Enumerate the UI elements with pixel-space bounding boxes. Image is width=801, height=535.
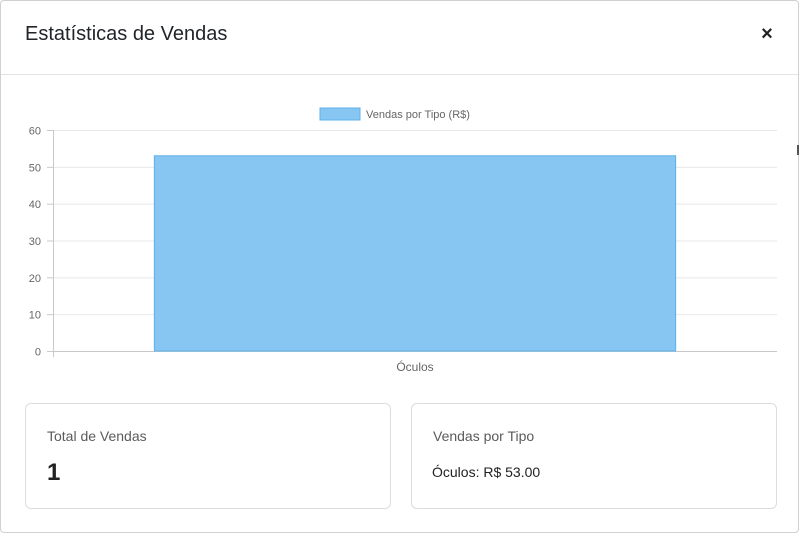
sales-stats-modal: Estatísticas de Vendas × Vendas por Tipo… <box>0 0 799 533</box>
y-tick-label: 20 <box>29 273 41 285</box>
chart-x-labels: Óculos <box>396 359 433 374</box>
modal-title: Estatísticas de Vendas <box>25 23 228 45</box>
sales-by-type-title: Vendas por Tipo <box>433 428 535 444</box>
legend-swatch <box>319 107 361 121</box>
chart-svg: Vendas por Tipo (R$) 0 10 20 30 40 50 60 Óculo… <box>29 107 777 374</box>
x-tick-label: Óculos <box>396 359 433 374</box>
bar-0 <box>153 155 677 352</box>
y-tick-label: 0 <box>35 347 41 359</box>
total-sales-title: Total de Vendas <box>47 428 147 444</box>
sales-by-type-line: Óculos: R$ 53.00 <box>432 464 541 480</box>
modal-header: Estatísticas de Vendas × <box>1 1 798 75</box>
y-tick-label: 30 <box>29 236 41 248</box>
y-tick-label: 60 <box>29 126 41 138</box>
sales-by-type-card: Vendas por Tipo Óculos: R$ 53.00 <box>411 403 777 509</box>
chart-y-ticks: 0 10 20 30 40 50 60 <box>29 126 41 359</box>
sales-by-type-chart: Vendas por Tipo (R$) 0 10 20 30 40 50 60 Óculo… <box>1 75 800 385</box>
legend-label: Vendas por Tipo (R$) <box>366 109 470 121</box>
y-tick-label: 50 <box>29 162 41 174</box>
total-sales-value: 1 <box>47 459 61 486</box>
total-sales-card: Total de Vendas 1 <box>25 403 391 509</box>
chart-bars <box>153 155 677 352</box>
close-button[interactable]: × <box>758 23 776 45</box>
y-tick-label: 40 <box>29 199 41 211</box>
chart-legend[interactable]: Vendas por Tipo (R$) <box>319 107 470 121</box>
y-tick-label: 10 <box>29 310 41 322</box>
